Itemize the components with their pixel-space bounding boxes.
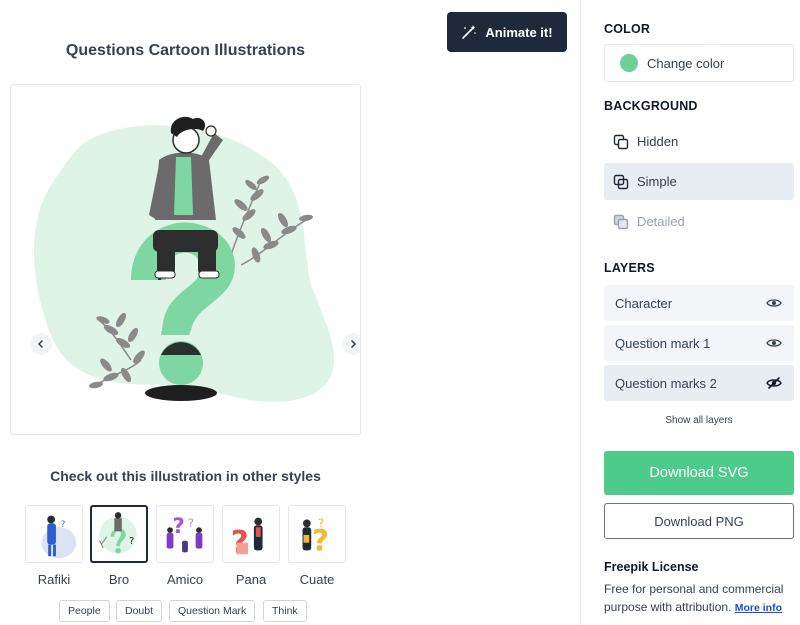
style-thumbnail: ? [222,505,280,563]
license-description: Free for personal and commercial purpose… [604,580,800,617]
layers-copy-icon [613,134,629,149]
download-svg-button[interactable]: Download SVG [604,451,794,495]
style-thumbnail: ? [25,505,83,563]
eye-icon[interactable] [766,335,782,351]
magic-wand-icon [462,25,477,39]
layers-filled-icon [613,214,629,229]
layers-outline-icon [613,174,629,189]
layer-row-question-mark-1[interactable]: Question mark 1 [604,325,794,361]
style-label: Amico [166,572,204,587]
other-styles-heading: Check out this illustration in other sty… [50,468,321,484]
style-thumbnail: ? ? [288,505,346,563]
layer-row-question-marks-2[interactable]: Question marks 2 [604,365,794,401]
animate-button[interactable]: Animate it! [447,12,567,52]
style-label: Bro [108,572,130,587]
layers-section-title: LAYERS [604,261,655,275]
tag-people[interactable]: People [59,600,110,622]
download-png-button[interactable]: Download PNG [604,503,794,539]
change-color-button[interactable]: Change color [604,44,794,82]
layer-label: Question mark 1 [615,335,711,351]
tag-question-mark[interactable]: Question Mark [169,600,256,622]
eye-icon[interactable] [766,295,782,311]
layer-row-character[interactable]: Character [604,285,794,321]
style-option-bro[interactable]: ? Bro [90,505,148,587]
customize-sidebar: COLOR Change color BACKGROUND Hidden Sim… [581,0,800,625]
questions-illustration [34,116,335,402]
layer-label: Character [615,295,673,311]
svg-text:?: ? [172,514,184,539]
background-option-label: Hidden [637,134,679,149]
style-label: Rafiki [37,572,71,587]
license-title: Freepik License [604,560,699,574]
svg-text:?: ? [129,536,134,547]
next-button[interactable] [342,333,360,355]
background-option-hidden[interactable]: Hidden [604,123,794,160]
tag-doubt[interactable]: Doubt [116,600,163,622]
style-label: Pana [235,572,267,587]
more-info-link[interactable]: More info [735,602,782,614]
background-section-title: BACKGROUND [604,99,698,113]
change-color-label: Change color [647,55,725,71]
style-thumbnail: ? ? [156,505,214,563]
cuate-thumbnail-icon: ? ? [302,516,329,557]
style-option-rafiki[interactable]: ? Rafiki [25,505,83,587]
style-thumbnail: ? [90,505,148,563]
style-option-cuate[interactable]: ? ? Cuate [288,505,346,587]
chevron-right-icon [350,339,357,349]
layer-label: Question marks 2 [615,375,717,391]
pana-thumbnail-icon: ? [231,517,263,560]
previous-button[interactable] [30,333,52,355]
show-all-layers-link[interactable]: Show all layers [604,415,794,426]
svg-text:?: ? [231,524,249,560]
color-section-title: COLOR [604,22,651,36]
rafiki-thumbnail-icon: ? [41,515,77,559]
color-swatch [620,54,638,72]
svg-text:?: ? [318,516,324,530]
main-panel: Questions Cartoon Illustrations Animate … [0,0,580,625]
page-title: Questions Cartoon Illustrations [65,42,306,59]
background-option-label: Simple [637,174,677,189]
bro-thumbnail-icon: ? [98,512,137,554]
style-option-amico[interactable]: ? ? Amico [156,505,214,587]
eye-off-icon[interactable] [766,375,782,391]
background-option-simple[interactable]: Simple [604,163,794,200]
animate-button-label: Animate it! [485,24,553,40]
amico-thumbnail-icon: ? ? [166,514,203,553]
style-option-pana[interactable]: ? Pana [222,505,280,587]
svg-text:?: ? [61,520,66,530]
tag-think[interactable]: Think [263,600,307,622]
background-option-label: Detailed [637,214,685,229]
style-label: Cuate [299,572,335,587]
svg-text:?: ? [188,516,194,530]
background-option-detailed: Detailed [604,203,794,240]
chevron-left-icon [37,339,44,349]
illustration-preview [10,84,361,435]
